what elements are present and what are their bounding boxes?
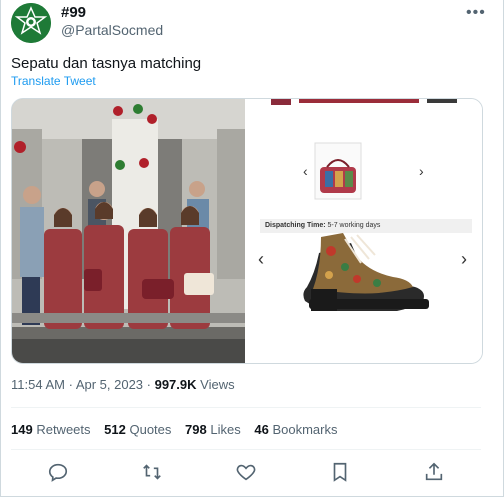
product-next-image-icon[interactable]: › [461, 249, 467, 270]
engagement-stats: 149 Retweets 512 Quotes 798 Likes 46 Boo… [11, 422, 347, 437]
views-label: Views [200, 377, 235, 392]
product-prev-thumb-icon[interactable]: ‹ [303, 163, 308, 179]
logo-emblem-icon [11, 3, 51, 43]
display-name[interactable]: #99 [61, 4, 86, 21]
group-photo[interactable] [12, 99, 245, 363]
retweet-icon[interactable] [141, 461, 163, 483]
tweet-text: Sepatu dan tasnya matching [11, 55, 202, 72]
bookmarks-count: 46 [254, 422, 269, 437]
media-grid: ‹ › Dispatching Time: 5-7 working days ‹… [11, 98, 483, 364]
views-count: 997.9K [154, 377, 197, 392]
quotes-stat[interactable]: 512 Quotes [104, 422, 171, 437]
dispatch-label: Dispatching Time: [265, 222, 326, 229]
reply-icon[interactable] [47, 461, 69, 483]
bookmark-icon[interactable] [329, 461, 351, 483]
dispatch-info: Dispatching Time: 5-7 working days [260, 219, 472, 233]
divider [11, 449, 481, 450]
avatar[interactable] [11, 3, 51, 43]
quotes-count: 512 [104, 422, 126, 437]
tweet-timestamp: 11:54 AM · Apr 5, 2023 · 997.9K Views [11, 377, 235, 392]
user-handle[interactable]: @PartalSocmed [61, 22, 163, 38]
timestamp-separator-2: · [143, 377, 155, 392]
quotes-label: Quotes [129, 422, 172, 437]
product-next-thumb-icon[interactable]: › [419, 163, 424, 179]
like-icon[interactable] [235, 461, 257, 483]
dispatch-value: 5-7 working days [327, 222, 381, 229]
bookmarks-stat[interactable]: 46 Bookmarks [254, 422, 337, 437]
translate-tweet-link[interactable]: Translate Tweet [11, 74, 96, 88]
more-options-icon[interactable]: ••• [466, 4, 486, 22]
share-icon[interactable] [423, 461, 445, 483]
retweets-stat[interactable]: 149 Retweets [11, 422, 91, 437]
tweet-date[interactable]: Apr 5, 2023 [76, 377, 143, 392]
likes-count: 798 [185, 422, 207, 437]
retweets-label: Retweets [36, 422, 91, 437]
likes-stat[interactable]: 798 Likes [185, 422, 241, 437]
likes-label: Likes [210, 422, 241, 437]
retweets-count: 149 [11, 422, 33, 437]
product-photo[interactable]: ‹ › Dispatching Time: 5-7 working days ‹… [247, 99, 482, 363]
timestamp-separator: · [64, 377, 76, 392]
tweet-time[interactable]: 11:54 AM [11, 377, 65, 392]
product-prev-image-icon[interactable]: ‹ [258, 249, 264, 270]
bookmarks-label: Bookmarks [272, 422, 338, 437]
divider [11, 407, 481, 408]
